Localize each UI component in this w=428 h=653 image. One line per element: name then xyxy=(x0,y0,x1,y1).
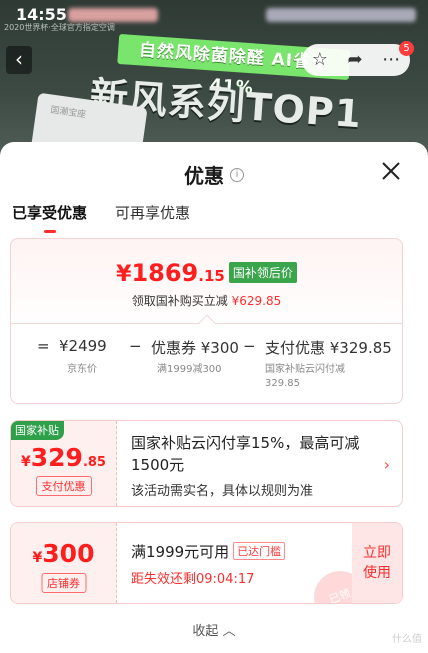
national-subsidy-badge: 国家补贴 xyxy=(11,421,64,440)
star-icon[interactable]: ☆ xyxy=(312,51,328,69)
chevron-up-icon: ︿ xyxy=(222,624,236,639)
jd-price: ¥2499 xyxy=(59,337,107,355)
store-coupon-amount: ¥300 xyxy=(11,539,116,568)
share-icon[interactable]: ➦ xyxy=(348,51,363,69)
minus-sign: − xyxy=(129,337,142,355)
blurred-notification-icons xyxy=(68,8,158,22)
equals-sign: = xyxy=(37,337,50,355)
sheet-title: 优惠 xyxy=(184,164,224,188)
blurred-status-icons xyxy=(266,8,416,22)
sheet-header: 优惠 i xyxy=(0,160,428,189)
subsidy-currency: ¥ xyxy=(21,454,31,470)
brand-line: 2020世界杯·全球官方指定空调 xyxy=(4,23,115,32)
final-price-line: ¥1869.15 国补领后价 xyxy=(11,259,402,287)
expiry-countdown: 距失效还剩09:04:17 xyxy=(131,572,255,587)
more-icon[interactable]: ⋯ xyxy=(382,51,400,69)
chevron-left-icon: ‹ xyxy=(15,47,23,71)
store-coupon-value: ¥300 店铺券 xyxy=(11,523,117,603)
subsidy-amount-int: 329 xyxy=(30,443,83,472)
toolbar-actions: ☆ ➦ ⋯ xyxy=(302,44,410,76)
coupon-caption: 满1999减300 xyxy=(157,364,222,375)
collapse-button[interactable]: 收起 ︿ xyxy=(0,620,428,639)
back-button[interactable]: ‹ xyxy=(6,46,32,74)
store-condition: 满1999元可用 xyxy=(131,543,230,561)
tab-enjoyed[interactable]: 已享受优惠 xyxy=(12,202,87,233)
info-icon[interactable]: i xyxy=(230,167,244,182)
subtitle-amount: ¥629.85 xyxy=(231,294,282,308)
product-label: 国潮宝座 xyxy=(49,105,87,121)
price-decimal: .15 xyxy=(198,267,225,285)
minus-sign: − xyxy=(243,337,256,355)
store-currency: ¥ xyxy=(32,550,43,566)
watermark: 什么值 xyxy=(392,634,422,645)
store-coupon-body: 满1999元可用 已达门槛 距失效还剩09:04:17 xyxy=(131,541,286,587)
subsidy-description: 国家补贴云闪付享15%，最高可减1500元 xyxy=(131,434,360,474)
discount-sheet: 优惠 i 已享受优惠 可再享优惠 ¥1869.15 国补领后价 领取国补购买立减 ¥… xyxy=(0,142,428,653)
subsidy-amount-dec: .85 xyxy=(82,455,106,470)
subsidy-coupon[interactable]: 国家补贴 ¥329.85 支付优惠 国家补贴云闪付享15%，最高可减1500元 … xyxy=(10,420,403,507)
price-subtitle: 领取国补购买立减 ¥629.85 xyxy=(11,292,402,309)
payment-discount-label: 支付优惠 xyxy=(35,476,92,496)
store-amount: 300 xyxy=(42,539,95,568)
divider-notch xyxy=(198,314,216,332)
subsidy-note: 该活动需实名，具体以规则为准 xyxy=(131,484,314,499)
subsidy-price-tag: 国补领后价 xyxy=(228,262,297,283)
close-icon[interactable] xyxy=(380,160,402,182)
price-integer: 1869 xyxy=(131,259,199,287)
subtitle-prefix: 领取国补购买立减 xyxy=(131,294,228,308)
subsidy-amount: ¥329.85 xyxy=(11,443,116,472)
subsidy-coupon-value: 国家补贴 ¥329.85 支付优惠 xyxy=(11,421,117,506)
price-summary-card: ¥1869.15 国补领后价 领取国补购买立减 ¥629.85 = ¥2499 京… xyxy=(10,238,403,404)
use-now-label: 立即使用 xyxy=(363,545,391,581)
collapse-label: 收起 xyxy=(192,624,219,639)
store-coupon: ¥300 店铺券 满1999元可用 已达门槛 距失效还剩09:04:17 已领 立… xyxy=(10,522,403,604)
subsidy-coupon-body: 国家补贴云闪付享15%，最高可减1500元 该活动需实名，具体以规则为准 xyxy=(131,432,367,499)
use-now-button[interactable]: 立即使用 xyxy=(352,523,402,603)
notification-badge: 5 xyxy=(399,41,414,56)
chevron-right-icon[interactable]: › xyxy=(384,455,390,474)
discount-tabs: 已享受优惠 可再享优惠 xyxy=(12,202,190,233)
coupon-amount: 优惠券 ¥300 xyxy=(151,339,239,357)
store-condition-line: 满1999元可用 已达门槛 xyxy=(131,541,286,562)
final-price: ¥1869.15 xyxy=(116,259,225,287)
payment-discount: 支付优惠 ¥329.85 xyxy=(265,339,392,357)
payment-caption: 国家补贴云闪付减 329.85 xyxy=(265,364,345,389)
threshold-met-tag: 已达门槛 xyxy=(233,542,286,560)
jd-price-caption: 京东价 xyxy=(67,364,97,375)
price-currency: ¥ xyxy=(116,262,132,287)
store-coupon-label: 店铺券 xyxy=(41,573,86,593)
tab-available[interactable]: 可再享优惠 xyxy=(115,202,190,233)
